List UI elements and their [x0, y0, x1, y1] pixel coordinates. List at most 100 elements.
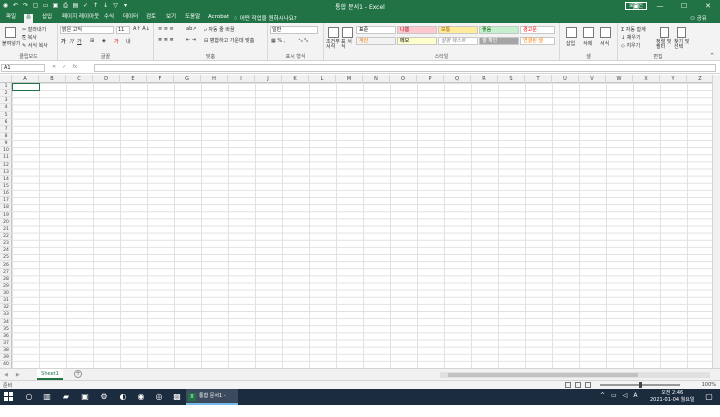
- style-linked-cell[interactable]: 연결된 셀: [520, 37, 555, 45]
- row-header[interactable]: 28: [0, 276, 12, 283]
- find-select-button[interactable]: 찾기 및 선택: [674, 40, 690, 50]
- sort-filter-icon[interactable]: [660, 27, 669, 38]
- select-all-corner[interactable]: [0, 75, 12, 83]
- table-format-button[interactable]: 표 서식: [341, 40, 355, 50]
- row-header[interactable]: 19: [0, 212, 12, 219]
- horizontal-scrollbar[interactable]: [440, 372, 710, 378]
- currency-icon[interactable]: ▦ % ,: [271, 38, 285, 44]
- orientation-icon[interactable]: ab↗: [186, 26, 196, 32]
- row-header[interactable]: 30: [0, 290, 12, 298]
- column-header-e[interactable]: E: [120, 75, 147, 83]
- cell-area[interactable]: [12, 83, 712, 368]
- column-header-w[interactable]: W: [606, 75, 633, 83]
- page-layout-view-icon[interactable]: [575, 382, 581, 388]
- style-normal[interactable]: 표준: [356, 26, 396, 34]
- cancel-icon[interactable]: ✕: [52, 64, 56, 70]
- settings-gear-icon[interactable]: ⚙: [99, 392, 109, 402]
- column-header-a[interactable]: A: [12, 75, 39, 83]
- column-header-h[interactable]: H: [201, 75, 228, 83]
- zoom-slider-thumb[interactable]: [639, 382, 642, 388]
- row-header[interactable]: 5: [0, 112, 12, 119]
- column-header-r[interactable]: R: [471, 75, 498, 83]
- column-header-l[interactable]: L: [309, 75, 336, 83]
- row-header[interactable]: 11: [0, 154, 12, 162]
- collapse-ribbon-icon[interactable]: ^: [710, 53, 714, 59]
- minimize-icon[interactable]: —: [648, 0, 672, 12]
- italic-icon[interactable]: 가: [69, 38, 74, 45]
- row-header[interactable]: 8: [0, 133, 12, 141]
- row-header[interactable]: 17: [0, 197, 12, 205]
- row-header[interactable]: 35: [0, 326, 12, 333]
- search-icon[interactable]: ○: [24, 392, 34, 402]
- indent-icon[interactable]: ⇤ ⇥: [186, 37, 196, 43]
- windows-start-icon[interactable]: [4, 392, 14, 402]
- prev-sheet-icon[interactable]: ◀: [4, 372, 8, 378]
- column-header-k[interactable]: K: [282, 75, 309, 83]
- tab-formulas[interactable]: 수식: [102, 14, 116, 23]
- tab-acrobat[interactable]: Acrobat: [206, 14, 231, 23]
- style-calculation[interactable]: 계산: [356, 37, 396, 45]
- style-bad[interactable]: 나쁨: [397, 26, 437, 34]
- volume-icon[interactable]: ◁: [623, 392, 628, 399]
- format-cells-icon[interactable]: [600, 27, 611, 38]
- zoom-level[interactable]: 100%: [702, 382, 716, 388]
- row-header[interactable]: 21: [0, 226, 12, 233]
- edge-icon[interactable]: ◐: [118, 392, 128, 402]
- align-top-icon[interactable]: ≡ ≡ ≡: [158, 26, 174, 32]
- conditional-format-button[interactable]: 조건부 서식: [326, 40, 340, 50]
- ribbon-display-icon[interactable]: ▣: [624, 0, 648, 12]
- fill-button[interactable]: ↓ 채우기: [621, 34, 641, 41]
- column-header-q[interactable]: Q: [444, 75, 471, 83]
- column-header-i[interactable]: I: [228, 75, 255, 83]
- clear-button[interactable]: ◇ 지우기: [621, 42, 640, 49]
- tab-view[interactable]: 보기: [164, 14, 178, 23]
- style-explanatory[interactable]: 설명 텍스트: [438, 37, 478, 45]
- column-header-f[interactable]: F: [147, 75, 174, 83]
- table-format-icon[interactable]: [342, 27, 353, 38]
- column-header-c[interactable]: C: [66, 75, 93, 83]
- column-header-t[interactable]: T: [525, 75, 552, 83]
- number-format-select[interactable]: 일반: [270, 26, 318, 34]
- row-header[interactable]: 6: [0, 119, 12, 126]
- row-header[interactable]: 29: [0, 283, 12, 291]
- ime-icon[interactable]: A: [633, 392, 637, 399]
- insert-function-button[interactable]: fx: [72, 64, 77, 70]
- conditional-format-icon[interactable]: [328, 27, 339, 38]
- row-header[interactable]: 33: [0, 311, 12, 319]
- tab-data[interactable]: 데이터: [121, 14, 140, 23]
- row-header[interactable]: 14: [0, 176, 12, 183]
- font-name-select[interactable]: 맑은 고딕: [60, 26, 114, 34]
- copy-button[interactable]: ⎘ 복사: [22, 34, 37, 41]
- row-header[interactable]: 20: [0, 219, 12, 226]
- decimal-icon[interactable]: ⁺₀ ⁰₀: [298, 38, 308, 44]
- row-header[interactable]: 24: [0, 247, 12, 255]
- file-explorer-icon[interactable]: ▰: [61, 392, 71, 402]
- row-header[interactable]: 9: [0, 140, 12, 148]
- row-header[interactable]: 3: [0, 97, 12, 105]
- tab-home[interactable]: 홈: [24, 14, 34, 23]
- delete-cells-button[interactable]: 삭제: [583, 40, 592, 47]
- autosum-button[interactable]: Σ 자동 합계: [621, 26, 646, 33]
- enter-icon[interactable]: ✓: [62, 64, 66, 70]
- task-view-icon[interactable]: ▥: [42, 392, 52, 402]
- tray-chevron-icon[interactable]: ^: [600, 392, 605, 399]
- photos-icon[interactable]: ▩: [172, 392, 182, 402]
- fill-color-icon[interactable]: ◈: [102, 38, 106, 44]
- cut-button[interactable]: ✂ 잘라내기: [22, 26, 46, 33]
- row-header[interactable]: 34: [0, 319, 12, 326]
- wrap-text-button[interactable]: ⤶ 자동 줄 바꿈: [204, 26, 235, 33]
- column-header-y[interactable]: Y: [660, 75, 687, 83]
- maximize-icon[interactable]: ☐: [672, 0, 696, 12]
- sheet-tab[interactable]: Sheet1: [37, 369, 63, 380]
- column-header-j[interactable]: J: [255, 75, 282, 83]
- style-warning[interactable]: 경고문: [520, 26, 555, 34]
- row-header[interactable]: 16: [0, 190, 12, 198]
- tab-help[interactable]: 도움말: [183, 14, 202, 23]
- row-header[interactable]: 39: [0, 354, 12, 362]
- row-header[interactable]: 23: [0, 240, 12, 248]
- row-header[interactable]: 7: [0, 126, 12, 133]
- delete-cells-icon[interactable]: [583, 27, 594, 38]
- column-header-d[interactable]: D: [93, 75, 120, 83]
- column-header-u[interactable]: U: [552, 75, 579, 83]
- insert-cells-icon[interactable]: [566, 27, 577, 38]
